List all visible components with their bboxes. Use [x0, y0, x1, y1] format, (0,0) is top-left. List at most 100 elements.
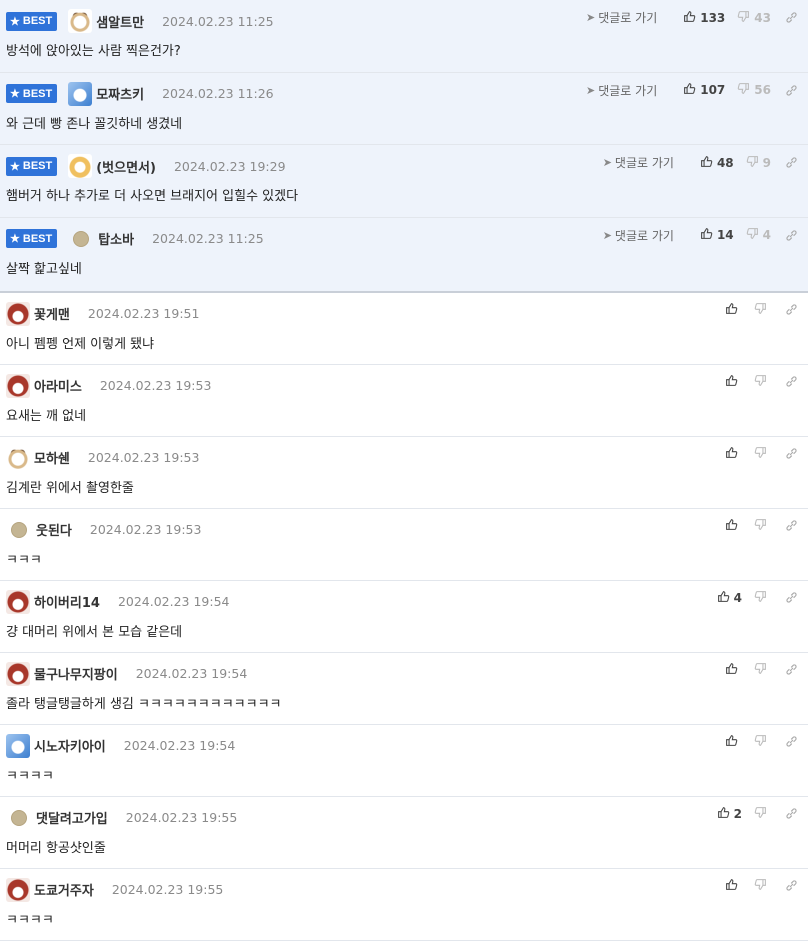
upvote-count: 133 [700, 10, 726, 25]
bear-avatar[interactable] [6, 661, 30, 686]
comment-text: 요새는 깨 없네 [6, 408, 87, 424]
comment-header: ★ BEST 모짜츠키 2024.02.23 11:26 [6, 81, 274, 106]
share-link-icon[interactable] [785, 735, 798, 748]
nickname[interactable]: 샘알트만 [96, 12, 144, 31]
downvote-button[interactable] [754, 662, 771, 678]
nickname[interactable]: 탑소바 [98, 229, 134, 248]
upvote-button[interactable] [725, 878, 742, 894]
downvote-button[interactable]: 9 [746, 155, 771, 171]
downvote-button[interactable] [754, 734, 771, 750]
share-link-icon[interactable] [785, 591, 798, 604]
nickname[interactable]: 물구나무지팡이 [34, 664, 118, 683]
bear-avatar[interactable] [6, 301, 30, 326]
upvote-button[interactable] [725, 446, 742, 462]
share-link-icon[interactable] [785, 663, 798, 676]
comment: 아라미스 2024.02.23 19:53 요새는 깨 없네 [0, 365, 808, 437]
goto-reply-link[interactable]: ➤ 댓글로 가기 [603, 227, 674, 244]
thumbs-down-icon [754, 806, 771, 822]
upvote-button[interactable]: 14 [700, 227, 734, 243]
default-avatar[interactable] [11, 809, 27, 826]
downvote-button[interactable] [754, 878, 771, 894]
upvote-button[interactable]: 133 [683, 10, 725, 26]
bear-avatar[interactable] [6, 589, 30, 614]
nickname[interactable]: (벗으면서) [96, 157, 156, 176]
downvote-button[interactable]: 43 [737, 10, 771, 26]
comment-actions [713, 518, 798, 534]
share-link-icon[interactable] [785, 84, 798, 97]
downvote-button[interactable] [754, 590, 771, 606]
share-link-icon[interactable] [785, 519, 798, 532]
upvote-button[interactable]: 48 [700, 155, 734, 171]
goto-reply-link[interactable]: ➤ 댓글로 가기 [586, 9, 657, 26]
default-avatar[interactable] [11, 521, 27, 538]
downvote-count: 9 [762, 155, 771, 170]
best-badge: ★ BEST [6, 11, 58, 31]
thumbs-up-icon [725, 662, 742, 678]
fox-avatar[interactable] [68, 154, 93, 178]
thumbs-down-icon [754, 446, 771, 462]
share-link-icon[interactable] [785, 375, 798, 388]
thumbs-up-icon [725, 446, 742, 462]
upvote-button[interactable] [725, 734, 742, 750]
comment-header: 댓달려고가입 2024.02.23 19:55 [6, 807, 237, 829]
best-comment: ★ BEST 탑소바 2024.02.23 11:25 살짝 핥고싶네 ➤ 댓글로 가기 14… [0, 217, 808, 293]
default-avatar[interactable] [73, 230, 90, 247]
best-comment: ★ BEST (벗으면서) 2024.02.23 19:29 햄버거 하나 추가로 더 … [0, 145, 808, 218]
upvote-button[interactable] [725, 374, 742, 390]
nickname[interactable]: 웃된다 [36, 520, 72, 539]
comment-text: ㅋㅋㅋㅋ [6, 768, 54, 784]
downvote-button[interactable]: 4 [746, 227, 771, 243]
upvote-button[interactable] [725, 302, 742, 318]
dog-avatar[interactable] [68, 9, 93, 33]
nickname[interactable]: 댓달려고가입 [36, 808, 108, 827]
nickname[interactable]: 도쿄거주자 [34, 880, 94, 899]
nickname[interactable]: 시노자키아이 [34, 736, 106, 755]
nickname[interactable]: 꽃게맨 [34, 304, 70, 323]
nickname[interactable]: 모하쉔 [34, 448, 70, 467]
thumbs-down-icon [754, 590, 771, 606]
downvote-button[interactable] [754, 374, 771, 390]
comment-header: 도쿄거주자 2024.02.23 19:55 [6, 877, 223, 902]
nickname[interactable]: 하이버리14 [34, 592, 100, 611]
upvote-button[interactable]: 4 [717, 590, 742, 606]
nickname[interactable]: 아라미스 [34, 376, 82, 395]
upvote-button[interactable]: 107 [683, 82, 725, 98]
share-link-icon[interactable] [785, 11, 798, 24]
downvote-button[interactable] [754, 806, 771, 822]
bear-avatar[interactable] [6, 877, 30, 902]
share-link-icon[interactable] [785, 156, 798, 169]
thumbs-down-icon [754, 374, 771, 390]
share-link-icon[interactable] [785, 303, 798, 316]
comment: 댓달려고가입 2024.02.23 19:55 머머리 항공샷인줄 2 [0, 797, 808, 869]
star-icon: ★ [10, 88, 20, 100]
downvote-button[interactable]: 56 [737, 82, 771, 98]
thumbs-up-icon [700, 155, 717, 171]
lion-avatar[interactable] [6, 373, 30, 398]
upvote-button[interactable] [725, 518, 742, 534]
comment-header: 물구나무지팡이 2024.02.23 19:54 [6, 661, 247, 686]
goto-reply-link[interactable]: ➤ 댓글로 가기 [603, 154, 674, 171]
upvote-button[interactable] [725, 662, 742, 678]
comment-text: ㅋㅋㅋ [6, 552, 42, 568]
share-link-icon[interactable] [785, 447, 798, 460]
star-icon: ★ [10, 15, 20, 28]
share-link-icon[interactable] [785, 879, 798, 892]
comment-header: 아라미스 2024.02.23 19:53 [6, 373, 211, 398]
dog-avatar[interactable] [6, 445, 30, 470]
husky-avatar[interactable] [68, 81, 93, 106]
upvote-button[interactable]: 2 [717, 806, 742, 822]
share-link-icon[interactable] [785, 229, 798, 242]
upvote-count: 4 [733, 590, 742, 605]
thumbs-down-icon [746, 155, 763, 171]
comment-header: 웃된다 2024.02.23 19:53 [6, 519, 201, 541]
nickname[interactable]: 모짜츠키 [96, 84, 144, 103]
timestamp: 2024.02.23 11:26 [162, 86, 274, 101]
comment-header: 모하쉔 2024.02.23 19:53 [6, 445, 199, 470]
downvote-button[interactable] [754, 302, 771, 318]
downvote-button[interactable] [754, 518, 771, 534]
share-link-icon[interactable] [785, 807, 798, 820]
downvote-button[interactable] [754, 446, 771, 462]
husky-avatar[interactable] [6, 733, 30, 758]
goto-reply-link[interactable]: ➤ 댓글로 가기 [586, 82, 657, 99]
best-badge-label: BEST [22, 87, 53, 100]
